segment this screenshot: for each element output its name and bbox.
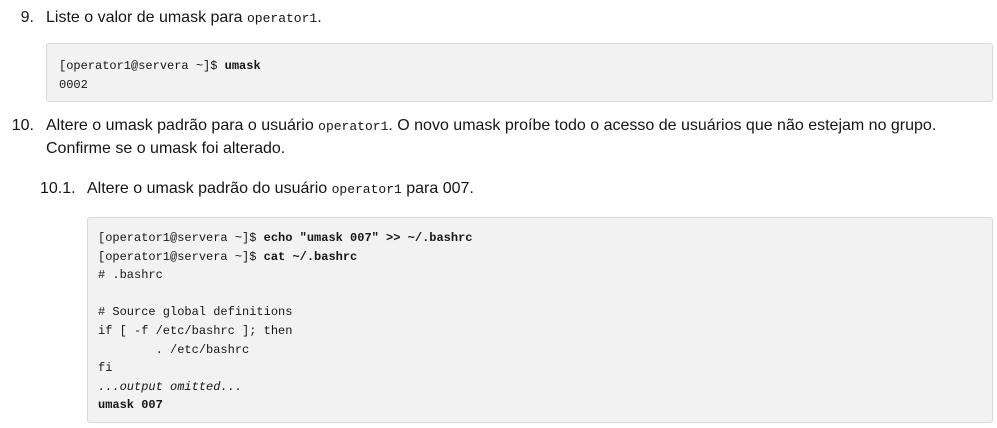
code-line: fi (98, 361, 113, 376)
code-line: [operator1@servera ~]$ cat ~/.bashrc (98, 249, 358, 264)
step-9-text: Liste o valor de umask para operator1. (46, 9, 322, 26)
step-10-1-number: 10.1. (40, 180, 76, 197)
step-10-line2: Confirme se o umask foi alterado. (46, 140, 286, 157)
step-9-number: 9. (20, 9, 34, 26)
step-10-number: 10. (11, 117, 34, 134)
code-line: [operator1@servera ~]$ umask (59, 59, 261, 73)
step-10-1-text: Altere o umask padrão do usuário operato… (87, 180, 474, 197)
code-line: [operator1@servera ~]$ echo "umask 007" … (98, 231, 473, 245)
code-block-step-9: [operator1@servera ~]$ umask 0002 (46, 43, 993, 102)
code-line: # .bashrc (98, 268, 163, 283)
code-line: 0002 (59, 77, 88, 92)
inline-code-operator1: operator1 (331, 182, 402, 197)
code-line: . /etc/bashrc (98, 342, 250, 357)
inline-code-operator1: operator1 (247, 11, 318, 26)
code-line: if [ -f /etc/bashrc ]; then (98, 323, 293, 338)
code-line: umask 007 (98, 398, 163, 413)
step-10-text-line1: Altere o umask padrão para o usuário ope… (46, 117, 937, 134)
code-block-step-10-1: [operator1@servera ~]$ echo "umask 007" … (87, 217, 993, 423)
inline-code-operator1: operator1 (318, 119, 389, 134)
code-line: # Source global definitions (98, 305, 293, 320)
code-line-omitted: ...output omitted... (98, 379, 243, 394)
